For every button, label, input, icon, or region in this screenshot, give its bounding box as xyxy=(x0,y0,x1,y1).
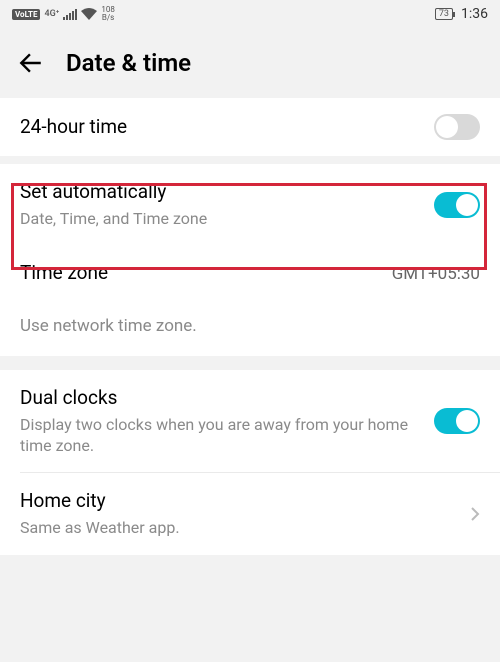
row-title: Time zone xyxy=(20,261,380,286)
row-title: Dual clocks xyxy=(20,386,422,411)
toggle-24hour[interactable] xyxy=(434,114,480,140)
row-time-zone[interactable]: Time zone GMT+05:30 xyxy=(0,245,500,302)
row-subtitle: Same as Weather app. xyxy=(20,518,458,539)
note-text: Use network time zone. xyxy=(20,316,480,336)
page-title: Date & time xyxy=(66,49,191,77)
row-dual-clocks[interactable]: Dual clocks Display two clocks when you … xyxy=(0,370,500,472)
volte-badge: VoLTE xyxy=(12,9,40,20)
battery-icon: 73 xyxy=(435,8,453,20)
row-title: 24-hour time xyxy=(20,115,422,140)
toggle-dual-clocks[interactable] xyxy=(434,408,480,434)
network-speed: 108 B/s xyxy=(101,6,115,22)
section-dual-clocks: Dual clocks Display two clocks when you … xyxy=(0,370,500,555)
row-subtitle: Date, Time, and Time zone xyxy=(20,209,422,230)
row-home-city[interactable]: Home city Same as Weather app. xyxy=(0,473,500,554)
row-title: Set automatically xyxy=(20,180,422,205)
section-auto-tz: Set automatically Date, Time, and Time z… xyxy=(0,164,500,356)
row-set-automatically[interactable]: Set automatically Date, Time, and Time z… xyxy=(0,164,500,245)
row-tz-note: Use network time zone. xyxy=(0,302,500,356)
chevron-right-icon xyxy=(470,506,480,522)
app-bar: Date & time xyxy=(0,28,500,98)
time-zone-value: GMT+05:30 xyxy=(392,264,480,284)
toggle-set-automatically[interactable] xyxy=(434,192,480,218)
row-title: Home city xyxy=(20,489,458,514)
signal-icon xyxy=(63,9,77,20)
section-24hour: 24-hour time xyxy=(0,98,500,156)
status-bar: VoLTE 4G⁺ 108 B/s 73 1:36 xyxy=(0,0,500,28)
row-subtitle: Display two clocks when you are away fro… xyxy=(20,415,422,457)
wifi-icon xyxy=(81,8,97,20)
status-clock: 1:36 xyxy=(461,6,488,22)
network-4g-label: 4G⁺ xyxy=(44,9,59,19)
row-24hour-time[interactable]: 24-hour time xyxy=(0,98,500,156)
back-icon[interactable] xyxy=(18,50,44,76)
